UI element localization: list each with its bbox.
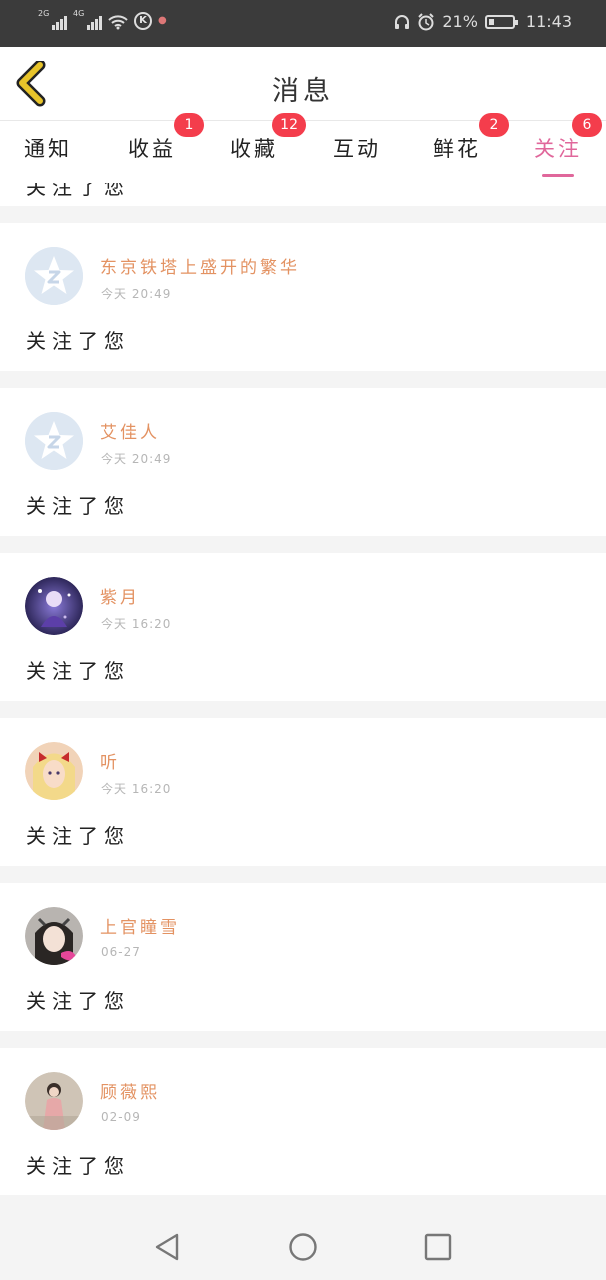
username[interactable]: 东京铁塔上盛开的繁华	[100, 253, 300, 278]
user-avatar[interactable]	[25, 1072, 83, 1130]
k-circle-icon: K	[134, 12, 152, 30]
timestamp: 今天 20:49	[101, 452, 172, 466]
message-text: 关注了您	[26, 989, 130, 1013]
timestamp: 今天 16:20	[101, 617, 172, 631]
battery-icon	[484, 15, 518, 29]
timestamp: 今天 16:20	[101, 782, 172, 796]
username[interactable]: 艾佳人	[100, 418, 160, 443]
tab-badge: 2	[479, 113, 509, 137]
default-avatar-icon[interactable]	[25, 412, 83, 470]
tab-label: 收益	[128, 137, 176, 161]
message-text: 关注了您	[26, 329, 130, 353]
tab-label: 互动	[333, 137, 381, 161]
message-text: 关注了您	[26, 824, 130, 848]
tab-badge: 1	[174, 113, 204, 137]
default-avatar-icon[interactable]	[25, 247, 83, 305]
list-item[interactable]: 艾佳人 今天 20:49 关注了您	[0, 388, 606, 536]
signal-icon: 2G	[38, 9, 67, 30]
tab-label: 通知	[24, 137, 72, 161]
timestamp: 06-27	[101, 945, 141, 959]
list-item[interactable]: 上官瞳雪 06-27 关注了您	[0, 883, 606, 1031]
list-item[interactable]: 顾薇熙 02-09 关注了您	[0, 1048, 606, 1195]
headphones-icon	[395, 15, 410, 29]
list-item[interactable]: 东京铁塔上盛开的繁华 今天 20:49 关注了您	[0, 223, 606, 371]
message-text: 关注了您	[26, 659, 130, 683]
message-text: 关注了您	[26, 1154, 130, 1178]
tab-earnings[interactable]: 收益 1	[128, 113, 204, 163]
tab-badge: 12	[272, 113, 306, 137]
list-item[interactable]: 关注了您	[0, 183, 606, 206]
tab-favorites[interactable]: 收藏 12	[230, 113, 306, 163]
username[interactable]: 顾薇熙	[100, 1078, 160, 1103]
clock: 11:43	[525, 12, 572, 31]
nav-back-button[interactable]	[153, 1232, 183, 1262]
page-title: 消息	[272, 76, 334, 107]
recents-square-icon	[424, 1233, 452, 1261]
user-avatar[interactable]	[25, 907, 83, 965]
message-text: 关注了您	[26, 494, 130, 518]
user-avatar[interactable]	[25, 742, 83, 800]
message-list[interactable]: 关注了您 东京铁塔上盛开的繁华 今天 20:49 关注了您 艾佳人 今天 20:…	[0, 183, 606, 1195]
nav-recents-button[interactable]	[423, 1232, 453, 1262]
wifi-icon	[108, 15, 128, 30]
tab-label: 关注	[534, 137, 582, 161]
header: 消息	[0, 47, 606, 121]
battery-percent: 21%	[442, 12, 478, 31]
tab-label: 收藏	[230, 137, 278, 161]
tab-notifications[interactable]: 通知	[24, 133, 72, 163]
status-bar: 2G 4G K ● 21% 11:43	[0, 0, 606, 47]
alarm-icon	[418, 13, 435, 31]
tab-badge: 6	[572, 113, 602, 137]
notification-icon: ●	[158, 15, 167, 26]
tab-flowers[interactable]: 鲜花 2	[433, 113, 509, 163]
message-text: 关注了您	[26, 183, 130, 199]
signal-icon: 4G	[73, 9, 102, 30]
back-triangle-icon	[155, 1233, 179, 1261]
system-navigation-bar	[0, 1212, 606, 1280]
tab-interactions[interactable]: 互动	[333, 133, 381, 163]
home-circle-icon	[289, 1233, 317, 1261]
timestamp: 02-09	[101, 1110, 141, 1124]
list-item[interactable]: 听 今天 16:20 关注了您	[0, 718, 606, 866]
list-item[interactable]: 紫月 今天 16:20 关注了您	[0, 553, 606, 701]
tab-bar: 通知 收益 1 收藏 12 互动 鲜花 2 关注 6	[0, 113, 606, 183]
username[interactable]: 听	[100, 748, 120, 773]
active-tab-indicator	[542, 174, 574, 177]
tab-following[interactable]: 关注 6	[534, 113, 602, 177]
tab-label: 鲜花	[433, 137, 481, 161]
timestamp: 今天 20:49	[101, 287, 172, 301]
username[interactable]: 上官瞳雪	[100, 913, 180, 938]
username[interactable]: 紫月	[100, 583, 140, 608]
user-avatar[interactable]	[25, 577, 83, 635]
nav-home-button[interactable]	[288, 1232, 318, 1262]
